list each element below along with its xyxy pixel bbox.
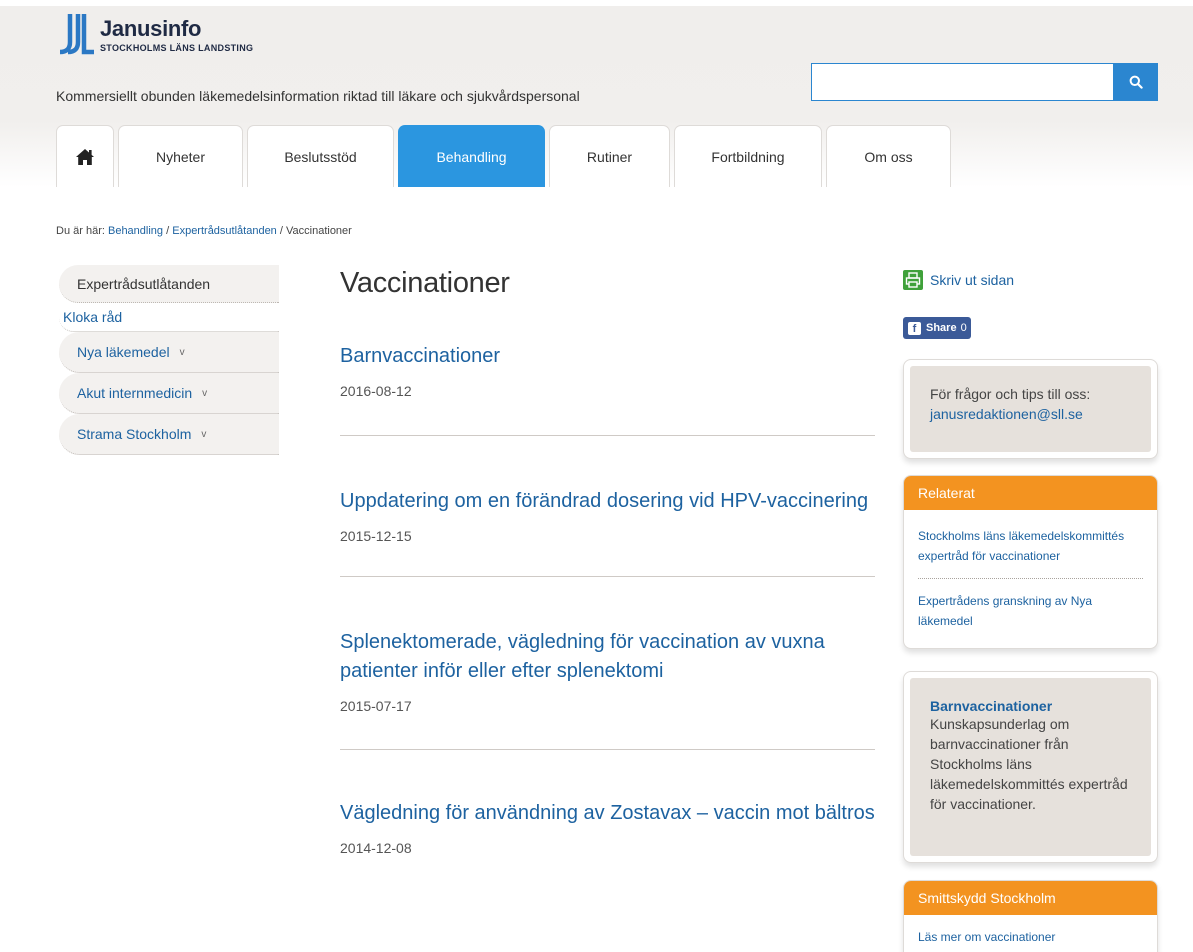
print-page-label: Skriv ut sidan — [930, 272, 1015, 288]
menu-item-strama-stockholm[interactable]: Strama Stockholm v — [59, 414, 279, 455]
page-title: Vaccinationer — [340, 267, 510, 299]
breadcrumb: Du är här: Behandling / Expertrådsutlåta… — [56, 225, 352, 237]
share-count: 0 — [960, 322, 967, 334]
article-date: 2016-08-12 — [340, 383, 412, 399]
right-sidebar: Skriv ut sidan f Share 0 För frågor och … — [903, 265, 1158, 952]
divider — [918, 578, 1143, 579]
facebook-share-button[interactable]: f Share 0 — [903, 317, 971, 339]
article-title-link[interactable]: Barnvaccinationer — [340, 342, 875, 371]
share-label: Share — [926, 322, 957, 334]
smittskydd-box: Smittskydd Stockholm Läs mer om vaccinat… — [903, 880, 1158, 952]
promo-title-link[interactable]: Barnvaccinationer — [930, 698, 1131, 714]
breadcrumb-prefix: Du är här: — [56, 225, 105, 237]
search-box — [811, 63, 1158, 101]
related-link[interactable]: Stockholms läns läkemedelskommittés expe… — [904, 526, 1157, 566]
smittskydd-link[interactable]: Läs mer om vaccinationer — [904, 927, 1157, 947]
menu-item-expertradsutlatanden[interactable]: Expertrådsutlåtanden — [59, 265, 279, 303]
breadcrumb-link-behandling[interactable]: Behandling — [108, 225, 163, 237]
breadcrumb-current: Vaccinationer — [286, 225, 352, 237]
menu-item-akut-internmedicin[interactable]: Akut internmedicin v — [59, 373, 279, 414]
article-date: 2014-12-08 — [340, 840, 412, 856]
contact-box: För frågor och tips till oss: janusredak… — [903, 359, 1158, 459]
main-content: Vaccinationer Barnvaccinationer 2016-08-… — [340, 265, 875, 856]
print-page-link[interactable]: Skriv ut sidan — [903, 265, 1158, 295]
menu-item-label: Strama Stockholm — [77, 426, 192, 442]
main-navigation: Nyheter Beslutsstöd Behandling Rutiner F… — [56, 125, 955, 187]
menu-item-kloka-rad[interactable]: Kloka råd — [59, 303, 279, 332]
breadcrumb-separator: / — [279, 225, 283, 237]
promo-text: Kunskapsunderlag om barnvaccinationer fr… — [930, 716, 1128, 812]
article-item: Vägledning för användning av Zostavax – … — [340, 799, 875, 856]
article-date: 2015-12-15 — [340, 528, 412, 544]
tab-beslutsstod[interactable]: Beslutsstöd — [247, 125, 394, 187]
logo-subtitle: STOCKHOLMS LÄNS LANDSTING — [100, 43, 254, 53]
related-link[interactable]: Expertrådens granskning av Nya läkemedel — [904, 591, 1157, 631]
printer-icon — [903, 270, 923, 290]
article-item: Barnvaccinationer 2016-08-12 — [340, 342, 875, 436]
search-button[interactable] — [1113, 63, 1158, 101]
menu-item-label: Kloka råd — [63, 309, 123, 325]
tab-fortbildning[interactable]: Fortbildning — [674, 125, 822, 187]
tab-om-oss[interactable]: Om oss — [826, 125, 951, 187]
search-icon — [1129, 75, 1143, 89]
article-title-link[interactable]: Uppdatering om en förändrad dosering vid… — [340, 487, 875, 516]
breadcrumb-link-expertradsutlatanden[interactable]: Expertrådsutlåtanden — [172, 225, 277, 237]
article-date: 2015-07-17 — [340, 698, 412, 714]
menu-item-nya-lakemedel[interactable]: Nya läkemedel v — [59, 332, 279, 373]
section-menu: Expertrådsutlåtanden Kloka råd Nya läkem… — [59, 265, 279, 455]
chevron-down-icon: v — [179, 346, 185, 358]
site-tagline: Kommersiellt obunden läkemedelsinformati… — [56, 88, 580, 104]
tab-home[interactable] — [56, 125, 114, 187]
article-item: Uppdatering om en förändrad dosering vid… — [340, 487, 875, 577]
article-title-link[interactable]: Vägledning för användning av Zostavax – … — [340, 799, 875, 828]
promo-box: Barnvaccinationer Kunskapsunderlag om ba… — [903, 671, 1158, 863]
contact-email-link[interactable]: janusredaktionen@sll.se — [930, 406, 1083, 422]
menu-item-label: Akut internmedicin — [77, 385, 193, 401]
home-icon — [76, 148, 94, 165]
site-logo[interactable]: Janusinfo STOCKHOLMS LÄNS LANDSTING — [56, 12, 253, 62]
tab-nyheter[interactable]: Nyheter — [118, 125, 243, 187]
logo-name: Janusinfo — [100, 16, 202, 41]
breadcrumb-separator: / — [166, 225, 170, 237]
smittskydd-header: Smittskydd Stockholm — [904, 881, 1157, 915]
chevron-down-icon: v — [202, 387, 208, 399]
contact-text: För frågor och tips till oss: — [930, 386, 1091, 402]
article-item: Splenektomerade, vägledning för vaccinat… — [340, 628, 875, 750]
tab-rutiner[interactable]: Rutiner — [549, 125, 670, 187]
article-title-link[interactable]: Splenektomerade, vägledning för vaccinat… — [340, 628, 875, 686]
related-box: Relaterat Stockholms läns läkemedelskomm… — [903, 475, 1158, 649]
menu-item-label: Expertrådsutlåtanden — [77, 275, 211, 292]
menu-item-label: Nya läkemedel — [77, 344, 170, 360]
related-header: Relaterat — [904, 476, 1157, 510]
chevron-down-icon: v — [201, 428, 207, 440]
top-bar — [0, 0, 1193, 6]
tab-behandling[interactable]: Behandling — [398, 125, 545, 187]
site-header: Janusinfo STOCKHOLMS LÄNS LANDSTING Komm… — [0, 0, 1193, 187]
janusinfo-logo-icon — [59, 14, 94, 55]
facebook-icon: f — [908, 321, 921, 335]
search-input[interactable] — [811, 63, 1113, 101]
